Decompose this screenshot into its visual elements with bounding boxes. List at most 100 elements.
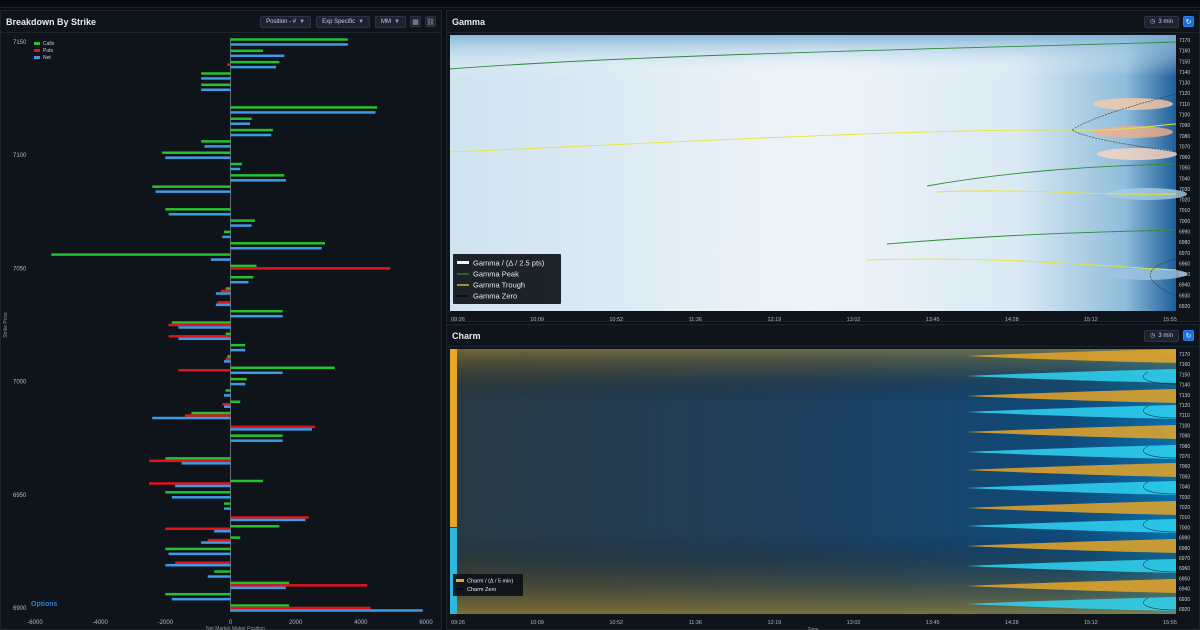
charm-legend-label: Charm Zero: [467, 587, 496, 593]
bar-net: [230, 65, 277, 69]
bar-net: [230, 314, 283, 318]
bar-puts: [207, 538, 231, 542]
bar-calls: [230, 174, 285, 177]
y-tick-label: 6940: [1179, 283, 1190, 289]
bar-net: [171, 496, 231, 499]
charm-interval-button[interactable]: ◷ 3 min: [1144, 329, 1179, 342]
gamma-legend-label: Gamma / (Δ / 2.5 pts): [473, 259, 545, 268]
bar-net: [230, 224, 252, 227]
position-dropdown[interactable]: Position - # ▼: [260, 15, 312, 28]
charm-heatmap: Charm / (Δ / 5 min) Charm Zero 09:26 10:09 1…: [450, 349, 1190, 630]
gamma-panel-title: Gamma: [452, 16, 486, 27]
charm-left-strip: [450, 349, 457, 527]
link-icon[interactable]: ⛓: [425, 16, 436, 27]
bar-puts: [230, 584, 368, 587]
legend-label-calls: Calls: [43, 41, 55, 47]
chevron-down-icon: ▼: [394, 18, 400, 25]
bar-net: [201, 88, 231, 92]
charm-panel-header: Charm ◷ 3 min ↻: [447, 325, 1199, 347]
legend-swatch-net: [34, 56, 40, 59]
y-tick-label: 7080: [1179, 444, 1190, 450]
y-tick-label: 6920: [1179, 607, 1190, 613]
charm-refresh-icon[interactable]: ↻: [1183, 330, 1194, 341]
bar-calls: [171, 321, 231, 324]
y-tick-label: 7160: [1179, 362, 1190, 368]
y-tick-label: 7170: [1179, 352, 1190, 358]
bar-puts: [168, 323, 231, 327]
bar-net: [223, 507, 231, 510]
y-tick-label: 7070: [1179, 454, 1190, 460]
bar-net: [230, 167, 241, 171]
bar-net: [204, 145, 231, 148]
y-tick-label: 6950: [1179, 576, 1190, 582]
bar-net: [223, 405, 231, 408]
y-tick-label: 6950: [13, 493, 27, 499]
y-tick-label: 7020: [1179, 505, 1190, 511]
breakdown-panel-title: Breakdown By Strike: [6, 16, 97, 27]
x-tick-label: 15:12: [1084, 317, 1098, 322]
bar-calls: [230, 162, 242, 166]
bar-net: [222, 235, 231, 239]
gamma-legend-label: Gamma Peak: [473, 270, 519, 279]
legend-swatch-puts: [34, 49, 40, 52]
bar-net: [178, 326, 231, 329]
x-tick-label: 15:55: [1163, 317, 1177, 322]
table-view-icon[interactable]: ▦: [410, 16, 421, 27]
bar-calls: [165, 208, 231, 211]
bar-net: [165, 563, 231, 567]
y-tick-label: 6940: [1179, 587, 1190, 593]
legend-label-puts: Puts: [43, 48, 54, 54]
strike-bar-chart: 715071007050700069506900-6000 -4000 -2000 0…: [3, 38, 433, 630]
bar-calls: [165, 491, 231, 494]
bar-puts: [230, 267, 391, 270]
y-tick-label: 7120: [1179, 91, 1190, 97]
x-tick-label: -6000: [27, 620, 43, 626]
expiration-dropdown-label: Exp Specific: [322, 18, 356, 25]
y-tick-label: 6980: [1179, 240, 1190, 246]
bar-puts: [184, 414, 231, 417]
bar-calls: [201, 72, 231, 75]
position-dropdown-label: Position - #: [266, 18, 297, 25]
bar-calls: [225, 389, 231, 392]
x-tick-label: -2000: [158, 620, 174, 626]
bar-net: [201, 541, 231, 544]
y-tick-label: 7020: [1179, 198, 1190, 204]
y-tick-label: 7060: [1179, 464, 1190, 470]
bar-net: [230, 382, 246, 386]
bar-calls: [165, 547, 231, 551]
breakdown-by-strike-panel: Breakdown By Strike Position - # ▼ Exp Sp…: [0, 10, 442, 630]
x-tick-label: 15:55: [1163, 620, 1177, 626]
chevron-down-icon: ▼: [299, 18, 306, 25]
bar-calls: [223, 230, 231, 234]
bar-calls: [165, 592, 231, 596]
bar-calls: [214, 570, 231, 573]
y-tick-label: 7090: [1179, 123, 1190, 129]
bar-calls: [230, 275, 254, 279]
x-tick-label: 14:28: [1005, 317, 1019, 322]
bar-puts: [217, 301, 231, 304]
x-tick-label: 09:26: [451, 620, 465, 626]
bar-net: [214, 530, 231, 533]
gamma-interval-button[interactable]: ◷ 3 min: [1144, 15, 1179, 28]
x-tick-label: 12:19: [768, 620, 782, 626]
x-tick-label: 14:28: [1005, 620, 1019, 626]
y-tick-label: 7130: [1179, 81, 1190, 87]
expiration-dropdown[interactable]: Exp Specific ▼: [316, 15, 371, 28]
bar-calls: [230, 106, 378, 109]
bar-net: [230, 586, 286, 590]
bar-net: [152, 416, 231, 420]
bar-calls: [227, 355, 231, 358]
bar-net: [178, 337, 231, 341]
participant-dropdown[interactable]: MM ▼: [375, 15, 406, 28]
x-tick-label: 2000: [289, 620, 303, 626]
y-tick-label: 7140: [1179, 70, 1190, 76]
bar-calls: [191, 411, 231, 415]
gamma-refresh-icon[interactable]: ↻: [1183, 16, 1194, 27]
bar-puts: [230, 425, 316, 429]
bar-puts: [222, 402, 231, 406]
bar-calls: [230, 400, 241, 403]
gamma-panel: Gamma ◷ 3 min ↻ Gamma / (Δ / 2.5 pts) Gamm…: [446, 10, 1200, 322]
y-tick-label: 6970: [1179, 251, 1190, 257]
bar-calls: [201, 140, 231, 143]
gamma-hotspot: [1097, 148, 1177, 160]
